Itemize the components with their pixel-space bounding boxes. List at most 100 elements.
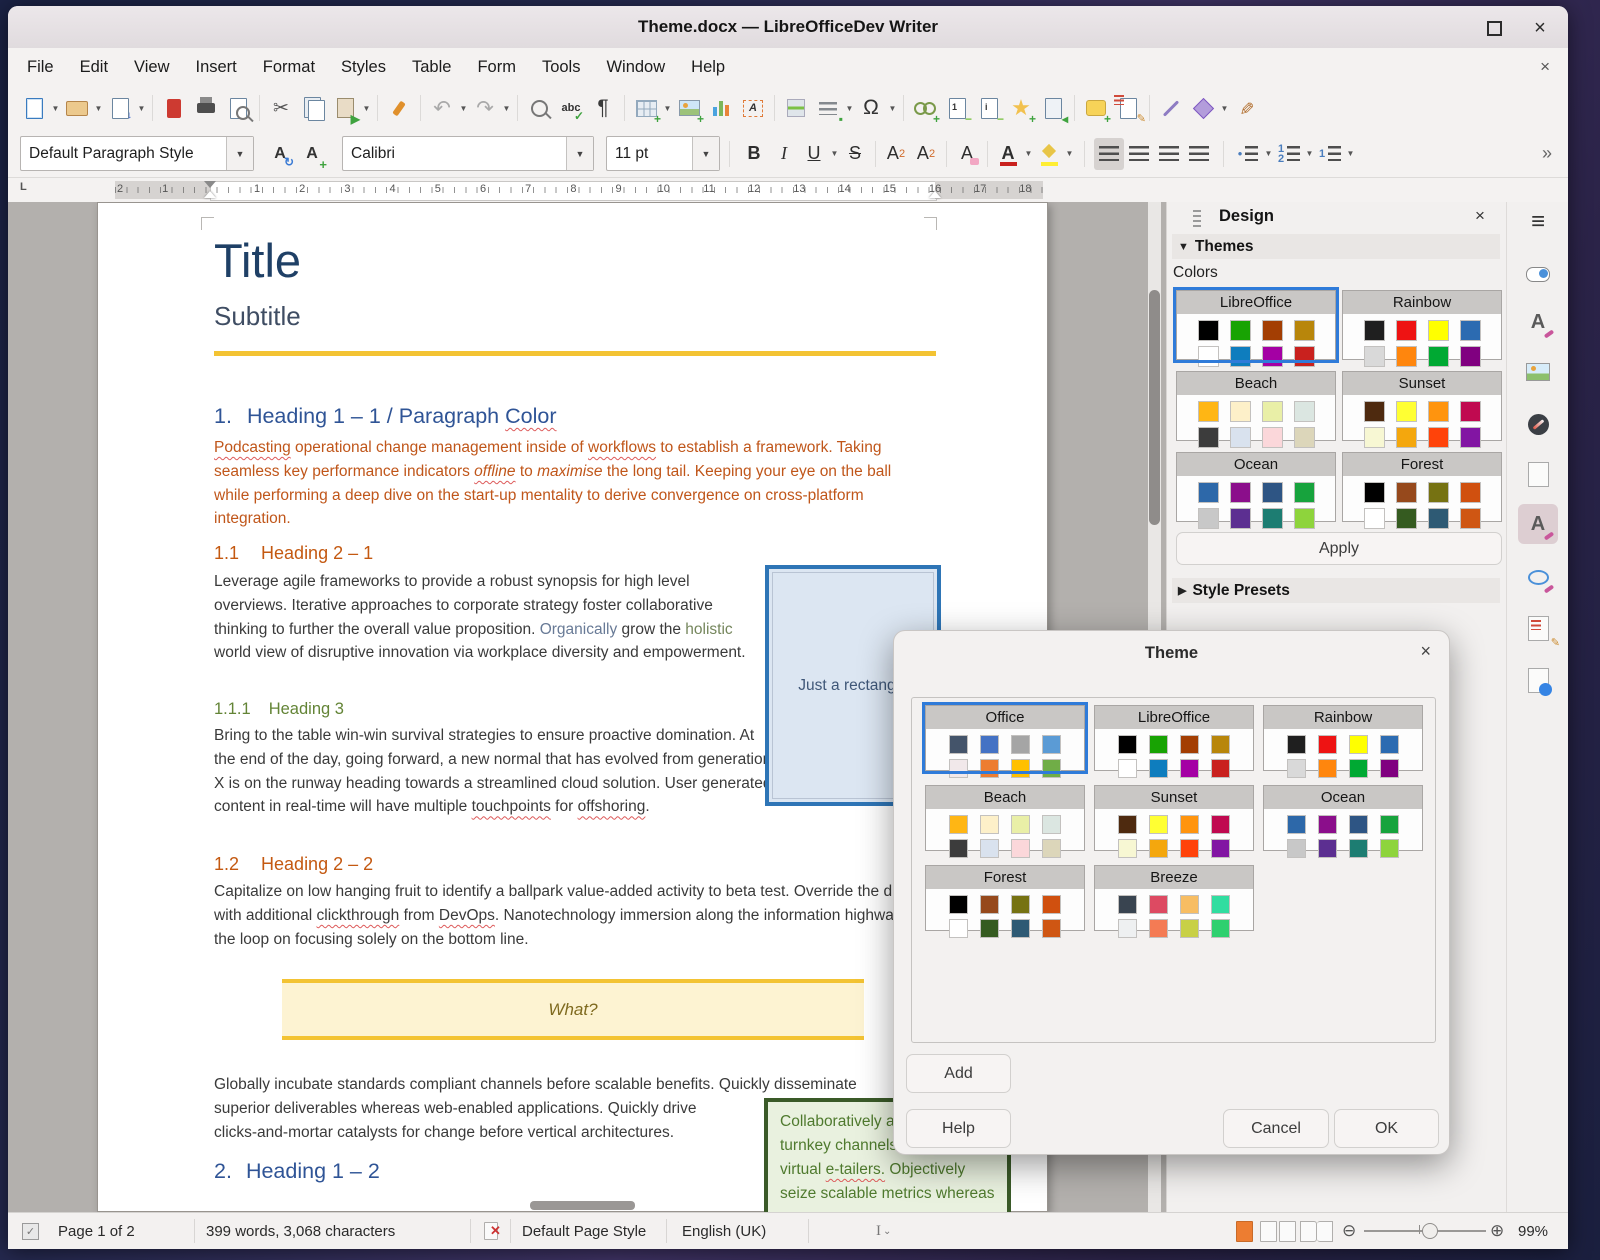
- cancel-button[interactable]: Cancel: [1223, 1109, 1329, 1148]
- find-replace-icon[interactable]: [523, 92, 555, 124]
- print-icon[interactable]: [190, 92, 222, 124]
- sidebar-menu-icon[interactable]: ≡: [1518, 202, 1558, 242]
- yellow-callout-box[interactable]: What?: [282, 979, 864, 1040]
- align-right-icon[interactable]: [1154, 138, 1184, 170]
- open-icon[interactable]: [61, 92, 93, 124]
- italic-icon[interactable]: I: [769, 138, 799, 170]
- align-center-icon[interactable]: [1124, 138, 1154, 170]
- export-pdf-icon[interactable]: [158, 92, 190, 124]
- subscript-icon[interactable]: A2: [911, 138, 941, 170]
- font-color-icon[interactable]: A: [993, 138, 1023, 170]
- basic-shapes-icon[interactable]: [1187, 92, 1219, 124]
- digital-signature-icon[interactable]: ✕: [484, 1213, 501, 1249]
- tab-manage-changes[interactable]: ✎: [1518, 608, 1560, 649]
- dialog-theme-card-beach[interactable]: Beach: [925, 785, 1085, 858]
- special-character-icon[interactable]: Ω: [855, 92, 887, 124]
- zoom-out-icon[interactable]: ⊖: [1342, 1213, 1356, 1249]
- strikethrough-icon[interactable]: S: [840, 138, 870, 170]
- menu-edit[interactable]: Edit: [67, 52, 121, 83]
- zoom-in-icon[interactable]: ⊕: [1490, 1213, 1504, 1249]
- sidebar-close-icon[interactable]: ×: [1475, 206, 1485, 226]
- dialog-theme-card-sunset[interactable]: Sunset: [1094, 785, 1254, 858]
- redo-dropdown[interactable]: ▼: [501, 92, 512, 124]
- apply-button[interactable]: Apply: [1176, 532, 1502, 565]
- insert-line-icon[interactable]: [1155, 92, 1187, 124]
- open-dropdown[interactable]: ▼: [93, 92, 104, 124]
- paste-dropdown[interactable]: ▼: [361, 92, 372, 124]
- menu-file[interactable]: File: [14, 52, 67, 83]
- insert-text-box-icon[interactable]: A: [737, 92, 769, 124]
- theme-card-rainbow[interactable]: Rainbow: [1342, 290, 1502, 367]
- update-style-icon[interactable]: A ↻: [264, 138, 296, 170]
- menu-tools[interactable]: Tools: [529, 52, 594, 83]
- menu-window[interactable]: Window: [593, 52, 678, 83]
- dialog-theme-card-breeze[interactable]: Breeze: [1094, 865, 1254, 938]
- font-name-dropdown[interactable]: ▼: [566, 137, 593, 170]
- bullet-list-dropdown[interactable]: ▼: [1263, 138, 1274, 170]
- insert-table-icon[interactable]: +: [630, 92, 662, 125]
- tab-styles[interactable]: A: [1518, 302, 1558, 342]
- dialog-theme-card-rainbow[interactable]: Rainbow: [1263, 705, 1423, 778]
- font-size-dropdown[interactable]: ▼: [692, 137, 719, 170]
- insert-hyperlink-icon[interactable]: +: [909, 92, 941, 125]
- selection-mode-icon[interactable]: ✓: [22, 1213, 39, 1249]
- insert-bookmark-icon[interactable]: ★ +: [1005, 92, 1037, 125]
- justify-icon[interactable]: [1184, 138, 1214, 170]
- dialog-theme-card-ocean[interactable]: Ocean: [1263, 785, 1423, 858]
- dialog-theme-card-forest[interactable]: Forest: [925, 865, 1085, 938]
- outline-list-dropdown[interactable]: ▼: [1345, 138, 1356, 170]
- horizontal-scrollbar-thumb[interactable]: [530, 1201, 635, 1210]
- menu-insert[interactable]: Insert: [183, 52, 250, 83]
- basic-shapes-dropdown[interactable]: ▼: [1219, 92, 1230, 124]
- ok-button[interactable]: OK: [1334, 1109, 1439, 1148]
- new-document-icon[interactable]: [18, 92, 50, 124]
- tab-navigator[interactable]: [1518, 404, 1558, 444]
- font-name-select[interactable]: Calibri ▼: [342, 136, 594, 171]
- copy-icon[interactable]: [297, 92, 329, 124]
- insert-mode-icon[interactable]: I ⌄: [876, 1213, 891, 1249]
- theme-card-ocean[interactable]: Ocean: [1176, 452, 1336, 529]
- dialog-close-icon[interactable]: ×: [1420, 641, 1431, 662]
- zoom-slider-thumb[interactable]: [1422, 1223, 1438, 1239]
- bold-icon[interactable]: B: [739, 138, 769, 170]
- outline-list-icon[interactable]: 1: [1315, 138, 1345, 170]
- close-document-icon[interactable]: ×: [1540, 57, 1550, 77]
- track-changes-icon[interactable]: ✎: [1112, 92, 1146, 125]
- superscript-icon[interactable]: A2: [881, 138, 911, 170]
- insert-field-icon[interactable]: ▪: [812, 92, 844, 125]
- tab-properties[interactable]: [1518, 254, 1558, 294]
- page-style[interactable]: Default Page Style: [522, 1213, 646, 1249]
- theme-card-forest[interactable]: Forest: [1342, 452, 1502, 529]
- draw-functions-icon[interactable]: ✎: [1230, 92, 1262, 124]
- theme-card-beach[interactable]: Beach: [1176, 371, 1336, 448]
- spelling-icon[interactable]: abc ✓: [555, 92, 587, 124]
- cut-icon[interactable]: ✂: [265, 92, 297, 124]
- insert-page-break-icon[interactable]: [780, 92, 812, 124]
- tab-design[interactable]: A: [1518, 504, 1558, 544]
- undo-icon[interactable]: ↶: [426, 92, 458, 124]
- panel-grip-icon[interactable]: [1193, 210, 1201, 228]
- insert-endnote-icon[interactable]: i −: [973, 92, 1005, 125]
- word-count[interactable]: 399 words, 3,068 characters: [206, 1213, 395, 1249]
- align-left-icon[interactable]: [1094, 137, 1124, 170]
- themes-expander[interactable]: ▼ Themes: [1172, 234, 1500, 259]
- paragraph-style-dropdown[interactable]: ▼: [226, 137, 253, 170]
- tab-style-inspector[interactable]: [1518, 557, 1558, 597]
- redo-icon[interactable]: ↷: [469, 92, 501, 124]
- underline-dropdown[interactable]: ▼: [829, 138, 840, 170]
- page-count[interactable]: Page 1 of 2: [58, 1213, 135, 1249]
- underline-icon[interactable]: U: [799, 138, 829, 170]
- insert-comment-icon[interactable]: +: [1080, 92, 1112, 125]
- dialog-theme-card-office[interactable]: Office: [922, 702, 1088, 778]
- new-style-icon[interactable]: A +: [296, 138, 328, 171]
- menu-form[interactable]: Form: [464, 52, 529, 83]
- highlight-color-icon[interactable]: [1034, 138, 1064, 170]
- highlight-color-dropdown[interactable]: ▼: [1064, 138, 1075, 170]
- multi-page-view-icon[interactable]: [1260, 1213, 1296, 1249]
- close-button[interactable]: ×: [1528, 16, 1552, 40]
- font-size-select[interactable]: 11 pt ▼: [606, 136, 720, 171]
- insert-field-dropdown[interactable]: ▼: [844, 92, 855, 124]
- dialog-theme-card-libreoffice[interactable]: LibreOffice: [1094, 705, 1254, 778]
- theme-card-libreoffice[interactable]: LibreOffice: [1173, 287, 1339, 367]
- single-page-view-icon[interactable]: [1236, 1213, 1253, 1249]
